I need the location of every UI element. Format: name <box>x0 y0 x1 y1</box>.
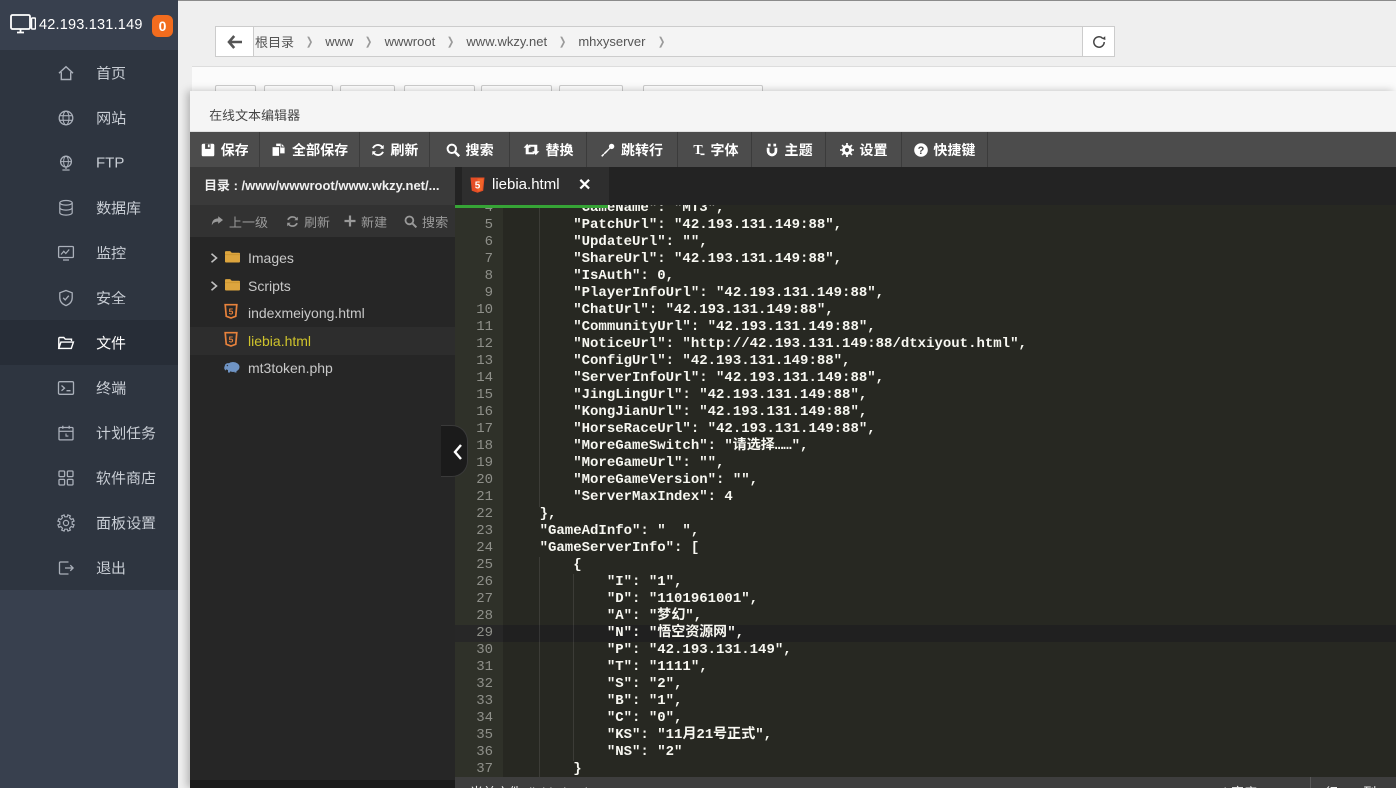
svg-text:5: 5 <box>229 334 234 344</box>
svg-text:?: ? <box>917 145 924 157</box>
svg-text:5: 5 <box>475 181 481 192</box>
svg-text:5: 5 <box>229 307 234 317</box>
